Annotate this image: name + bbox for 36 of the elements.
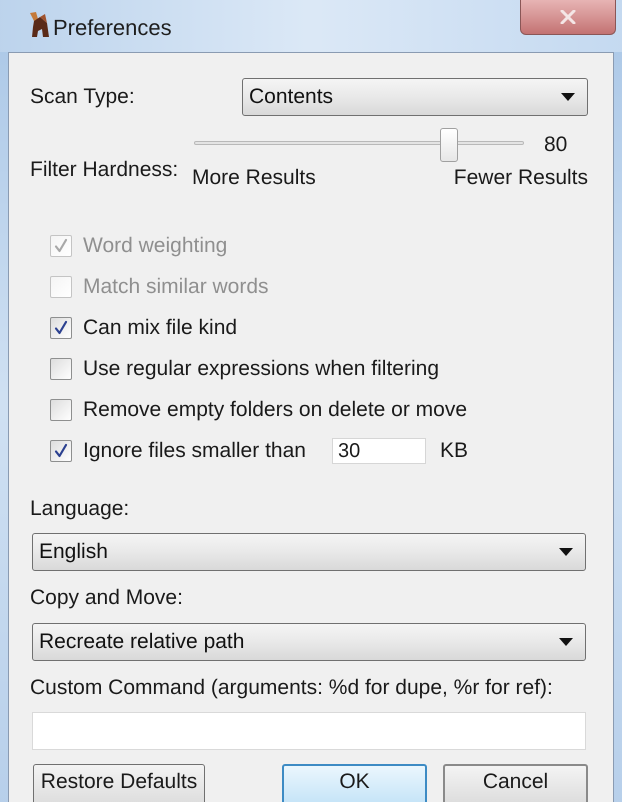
option-label: Ignore files smaller than [83,438,306,464]
option-label: Word weighting [83,233,228,260]
custom-command-label: Custom Command (arguments: %d for dupe, %r for ref): [30,676,554,700]
scan-type-dropdown[interactable]: Contents [242,78,588,116]
close-button[interactable] [520,0,616,35]
window-title: Preferences [53,14,172,42]
caret-icon [559,638,573,646]
fewer-results-label: Fewer Results [454,165,588,191]
checkbox[interactable] [50,440,72,462]
close-icon [560,10,576,24]
copy-and-move-dropdown[interactable]: Recreate relative path [32,622,586,660]
copy-and-move-label: Copy and Move: [30,586,184,610]
ok-button[interactable]: OK [282,764,427,802]
slider-track[interactable] [194,128,524,162]
slider-thumb[interactable] [440,128,458,162]
filter-hardness-label: Filter Hardness: [30,157,180,183]
unit-label: KB [440,438,468,464]
cancel-button[interactable]: Cancel [443,764,588,802]
language-label: Language: [30,496,130,520]
restore-defaults-button[interactable]: Restore Defaults [33,764,205,802]
more-results-label: More Results [192,165,316,191]
caret-icon [559,548,573,556]
checkbox[interactable] [50,317,72,339]
option-label: Remove empty folders on delete or move [83,397,468,424]
checkbox[interactable] [50,399,72,421]
slider-value: 80 [544,132,568,158]
custom-command-field[interactable] [32,712,586,750]
checkbox[interactable] [50,358,72,380]
option-label: Can mix file kind [83,315,238,342]
size-field[interactable]: 30 [332,438,426,464]
language-dropdown[interactable]: English [32,532,586,570]
option-label: Use regular expressions when filtering [83,356,440,382]
app-icon [27,11,51,39]
option-label: Match similar words [83,274,269,300]
scan-type-label: Scan Type: [30,84,136,110]
caret-icon [561,93,575,101]
